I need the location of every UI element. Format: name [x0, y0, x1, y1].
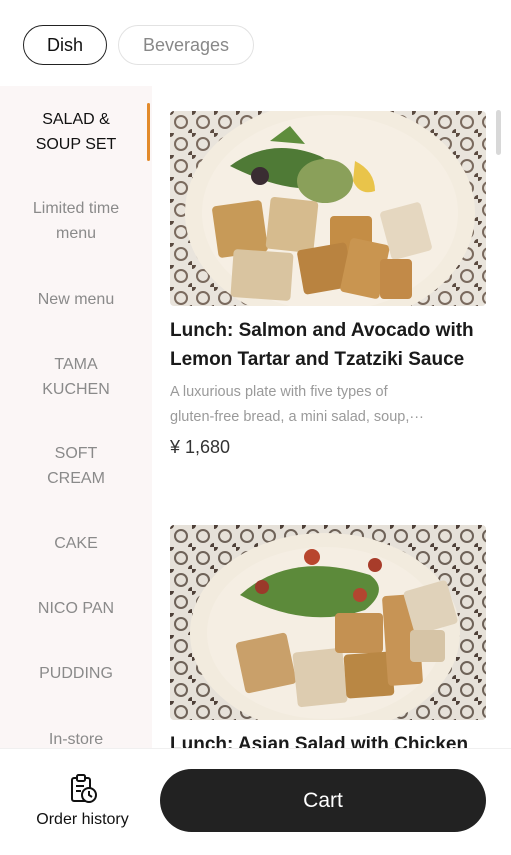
sidebar-item-label: Limited time menu: [32, 200, 120, 242]
cart-button-label: Cart: [303, 788, 343, 812]
sidebar-item-tama-kuchen[interactable]: TAMA KUCHEN: [0, 351, 152, 403]
menu-item-card[interactable]: Lunch: Asian Salad with Chicken: [170, 525, 486, 760]
menu-item-photo: [170, 111, 486, 306]
menu-item-description: A luxurious plate with five types of glu…: [170, 380, 486, 430]
sidebar-item-label: SALAD & SOUP SET: [35, 111, 117, 153]
sidebar-item-label: New menu: [37, 290, 115, 308]
bottom-action-bar: Order history Cart: [0, 748, 511, 855]
menu-item-card[interactable]: Lunch: Salmon and Avocado with Lemon Tar…: [170, 111, 486, 458]
sidebar-item-pudding[interactable]: PUDDING: [0, 660, 152, 686]
sidebar-item-soft-cream[interactable]: SOFT CREAM: [0, 440, 152, 492]
sidebar-item-new-menu[interactable]: New menu: [0, 286, 152, 312]
cart-button[interactable]: Cart: [160, 769, 486, 832]
sidebar-item-limited-time-menu[interactable]: Limited time menu: [0, 195, 152, 247]
tab-dish[interactable]: Dish: [23, 25, 107, 65]
tab-dish-label: Dish: [46, 34, 83, 55]
category-sidebar: SALAD & SOUP SET Limited time menu New m…: [0, 86, 152, 748]
sidebar-item-nico-pan[interactable]: NICO PAN: [0, 595, 152, 621]
sidebar-item-label: In-store: [48, 730, 104, 748]
menu-item-description-line: gluten-free bread, a mini salad, soup,··…: [170, 409, 424, 425]
list-scrollbar[interactable]: [496, 110, 501, 155]
order-history-label: Order history: [36, 811, 129, 828]
menu-item-description-line: A luxurious plate with five types of: [170, 384, 388, 400]
sidebar-item-label: SOFT CREAM: [47, 445, 105, 487]
menu-item-photo: [170, 525, 486, 720]
sidebar-item-label: PUDDING: [39, 664, 113, 682]
tab-beverages-label: Beverages: [142, 34, 230, 55]
clipboard-clock-icon: [70, 774, 97, 803]
sidebar-item-salad-soup-set[interactable]: SALAD & SOUP SET: [0, 106, 152, 158]
tab-beverages[interactable]: Beverages: [118, 25, 254, 65]
menu-item-price: ¥ 1,680: [170, 437, 231, 457]
category-tabs-bar: Dish Beverages: [0, 0, 511, 86]
menu-item-name: Lunch: Salmon and Avocado with Lemon Tar…: [170, 320, 474, 370]
sidebar-item-in-store[interactable]: In-store: [0, 726, 152, 748]
sidebar-item-label: TAMA KUCHEN: [42, 356, 110, 398]
order-history-button[interactable]: Order history: [20, 773, 145, 829]
sidebar-item-cake[interactable]: CAKE: [0, 530, 152, 556]
sidebar-item-label: CAKE: [54, 534, 98, 552]
sidebar-item-label: NICO PAN: [37, 599, 115, 617]
